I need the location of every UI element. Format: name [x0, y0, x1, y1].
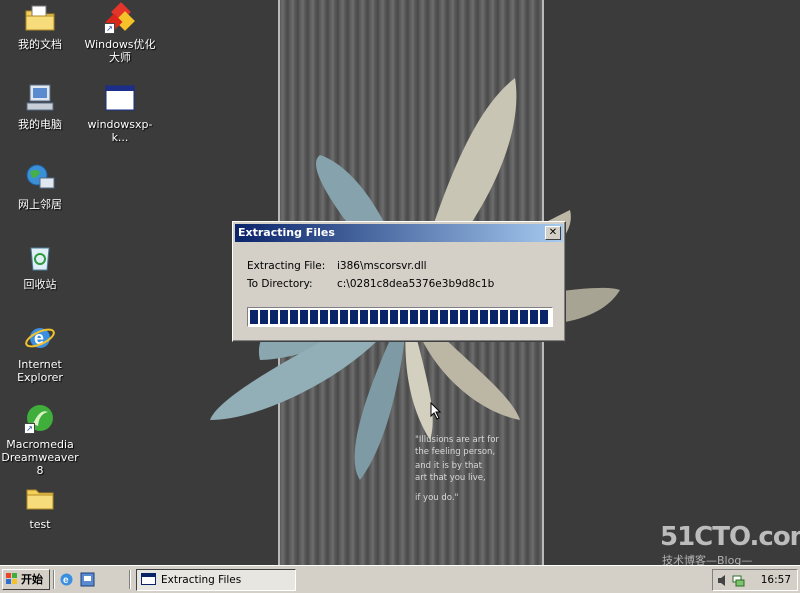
progress-segment	[380, 310, 388, 324]
mouse-cursor-icon	[430, 402, 442, 420]
taskbar-button-label: Extracting Files	[161, 574, 242, 586]
network-globe-icon	[24, 162, 56, 194]
desktop-icon-recycle-bin[interactable]: 回收站	[0, 242, 80, 291]
svg-text:e: e	[63, 575, 69, 586]
start-button[interactable]: 开始	[2, 569, 50, 590]
progress-segment	[460, 310, 468, 324]
desktop-icon-test-folder[interactable]: test	[0, 482, 80, 531]
progress-segment	[410, 310, 418, 324]
progress-segment	[510, 310, 518, 324]
folder-icon	[24, 482, 56, 514]
recycle-bin-icon	[24, 242, 56, 274]
desktop-icon-my-documents[interactable]: 我的文档	[0, 2, 80, 51]
progress-segment	[490, 310, 498, 324]
to-directory-value: c:\0281c8dea5376e3b9d8c1b	[337, 278, 495, 290]
progress-segment	[440, 310, 448, 324]
progress-segment	[300, 310, 308, 324]
window-icon	[141, 573, 156, 585]
quicklaunch-internet-explorer-icon[interactable]: e	[58, 571, 75, 588]
progress-segment	[360, 310, 368, 324]
dialog-titlebar[interactable]: Extracting Files ✕	[235, 224, 563, 242]
extracting-files-dialog: Extracting Files ✕ Extracting File: i386…	[232, 221, 566, 342]
progress-segment	[270, 310, 278, 324]
progress-segment	[520, 310, 528, 324]
shortcut-arrow-icon: ↗	[24, 423, 35, 434]
quicklaunch-show-desktop-icon[interactable]	[79, 571, 96, 588]
taskbar: 开始 e Extracting Files 16:57	[0, 565, 800, 593]
desktop-icon-network-places[interactable]: 网上邻居	[0, 162, 80, 211]
watermark-logo: 51CTO.com 技术博客—Blog—	[660, 522, 800, 565]
my-computer-icon	[24, 82, 56, 114]
desktop-icon-windows-optimizer[interactable]: ↗ Windows优化 大师	[80, 2, 160, 64]
progress-segment	[500, 310, 508, 324]
tray-speaker-icon[interactable]	[717, 574, 730, 587]
progress-segment	[470, 310, 478, 324]
progress-segment	[370, 310, 378, 324]
my-documents-icon	[24, 2, 56, 34]
progress-segment	[340, 310, 348, 324]
close-button[interactable]: ✕	[545, 226, 561, 240]
progress-segment	[350, 310, 358, 324]
progress-segment	[260, 310, 268, 324]
windows-optimizer-icon: ↗	[104, 2, 136, 34]
dialog-title: Extracting Files	[238, 226, 335, 239]
shortcut-arrow-icon: ↗	[104, 23, 115, 34]
desktop-icon-my-computer[interactable]: 我的电脑	[0, 82, 80, 131]
taskbar-separator	[53, 570, 55, 589]
progress-fill	[250, 310, 550, 324]
application-window-icon	[104, 82, 136, 114]
progress-segment	[430, 310, 438, 324]
system-tray: 16:57	[712, 569, 798, 591]
dreamweaver-icon: ↗	[24, 402, 56, 434]
windows-logo-icon	[6, 573, 18, 585]
wallpaper-quote: "Illusions are art for the feeling perso…	[415, 435, 499, 503]
tray-network-icon[interactable]	[732, 574, 745, 587]
extracting-file-value: i386\mscorsvr.dll	[337, 260, 427, 272]
desktop-icon-windowsxp-file[interactable]: windowsxp-k...	[80, 82, 160, 144]
progress-segment	[310, 310, 318, 324]
desktop-icon-internet-explorer[interactable]: e Internet Explorer	[0, 322, 80, 384]
progress-segment	[280, 310, 288, 324]
progress-segment	[390, 310, 398, 324]
internet-explorer-icon: e	[24, 322, 56, 354]
clock: 16:57	[760, 574, 791, 586]
progress-segment	[320, 310, 328, 324]
progress-segment	[480, 310, 488, 324]
progress-segment	[290, 310, 298, 324]
to-directory-label: To Directory:	[247, 278, 313, 290]
progress-bar	[247, 307, 553, 327]
progress-segment	[400, 310, 408, 324]
desktop: "Illusions are art for the feeling perso…	[0, 0, 800, 565]
extracting-file-label: Extracting File:	[247, 260, 326, 272]
progress-segment	[450, 310, 458, 324]
start-label: 开始	[21, 573, 43, 586]
progress-segment	[330, 310, 338, 324]
close-icon: ✕	[548, 227, 558, 238]
progress-segment	[250, 310, 258, 324]
desktop-icon-dreamweaver[interactable]: ↗ Macromedia Dreamweaver 8	[0, 402, 80, 477]
taskbar-button-extracting-files[interactable]: Extracting Files	[136, 569, 296, 591]
taskbar-separator	[129, 570, 131, 589]
progress-segment	[540, 310, 548, 324]
progress-segment	[530, 310, 538, 324]
progress-segment	[420, 310, 428, 324]
